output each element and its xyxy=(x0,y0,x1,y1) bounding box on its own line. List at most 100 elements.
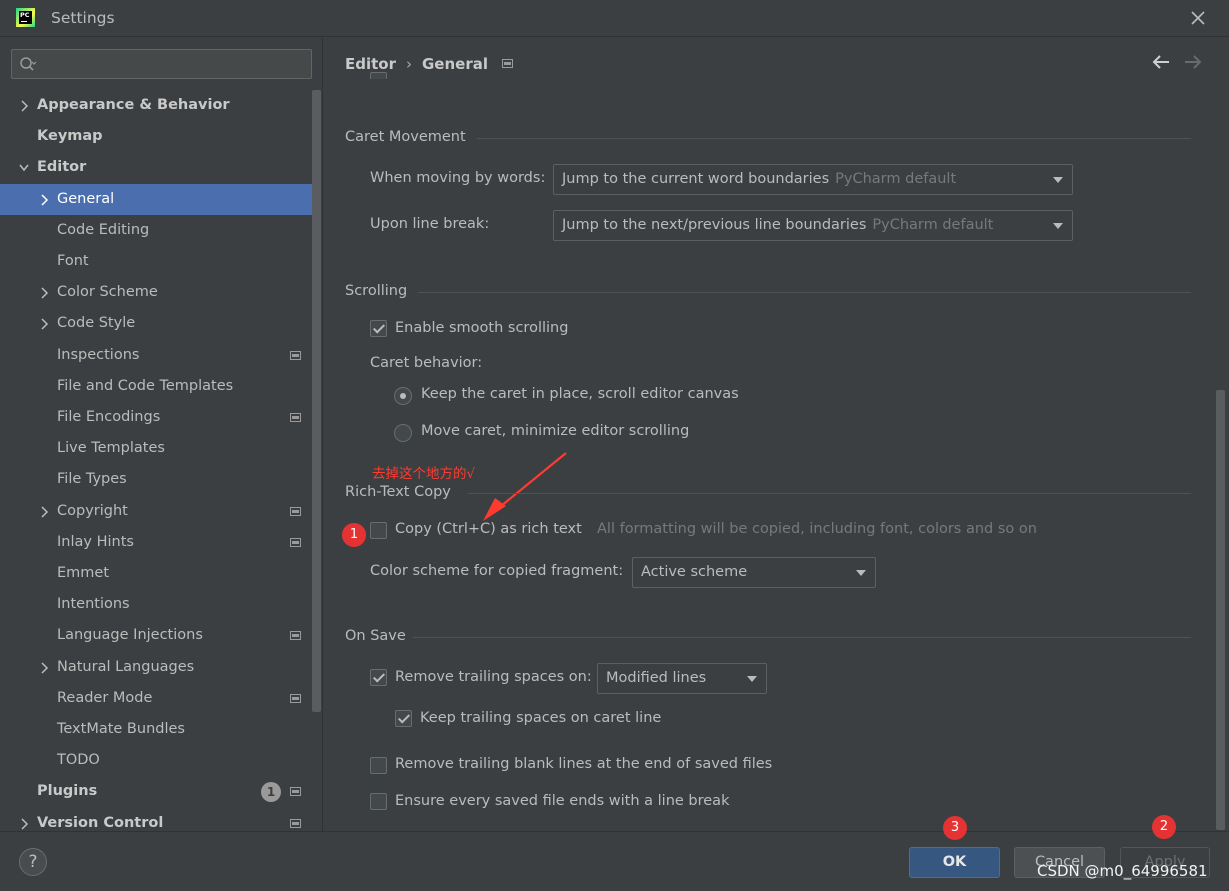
sidebar-item-code-style[interactable]: Code Style xyxy=(0,308,322,339)
project-scope-icon xyxy=(290,819,301,828)
remove-blank-lines-checkbox[interactable] xyxy=(370,757,387,774)
sidebar-item-label: TODO xyxy=(57,752,100,768)
sidebar-item-code-editing[interactable]: Code Editing xyxy=(0,215,322,246)
sidebar-item-label: Reader Mode xyxy=(57,690,153,706)
project-scope-icon xyxy=(290,538,301,547)
keep-caret-radio[interactable] xyxy=(394,387,412,405)
sidebar-item-label: Color Scheme xyxy=(57,284,158,300)
chevron-down-icon xyxy=(1053,223,1063,229)
sidebar-item-label: Live Templates xyxy=(57,440,165,456)
sidebar-item-intentions[interactable]: Intentions xyxy=(0,589,322,620)
sidebar-scrollbar[interactable] xyxy=(312,90,321,712)
breadcrumb-separator-icon: › xyxy=(406,55,412,73)
sidebar-item-file-encodings[interactable]: File Encodings xyxy=(0,402,322,433)
scrolling-title: Scrolling xyxy=(345,283,408,299)
sidebar-item-label: Editor xyxy=(37,159,87,175)
forward-arrow-icon[interactable] xyxy=(1184,54,1202,70)
ensure-line-break-checkbox[interactable] xyxy=(370,793,387,810)
sidebar-item-language-injections[interactable]: Language Injections xyxy=(0,620,322,651)
sidebar-item-copyright[interactable]: Copyright xyxy=(0,496,322,527)
sidebar-item-keymap[interactable]: Keymap xyxy=(0,121,322,152)
keep-caret-label: Keep the caret in place, scroll editor c… xyxy=(421,386,739,402)
color-scheme-value: Active scheme xyxy=(641,564,748,580)
sidebar-item-todo[interactable]: TODO xyxy=(0,745,322,776)
main-scrollbar[interactable] xyxy=(1216,390,1225,830)
project-scope-icon xyxy=(290,351,301,360)
sidebar-item-natural-languages[interactable]: Natural Languages xyxy=(0,652,322,683)
scroll-clip xyxy=(345,79,1215,95)
section-divider xyxy=(477,138,1191,139)
chevron-right-icon[interactable] xyxy=(39,318,49,330)
project-scope-icon xyxy=(290,507,301,516)
sidebar-item-version-control[interactable]: Version Control xyxy=(0,808,322,831)
step-marker-1: 1 xyxy=(342,523,366,547)
smooth-scrolling-checkbox[interactable] xyxy=(370,320,387,337)
sidebar-item-label: Code Editing xyxy=(57,222,150,238)
help-icon[interactable]: ? xyxy=(19,848,47,876)
chevron-right-icon[interactable] xyxy=(39,287,49,299)
sidebar-item-label: TextMate Bundles xyxy=(57,721,185,737)
color-scheme-label: Color scheme for copied fragment: xyxy=(370,563,624,579)
sidebar-item-label: Code Style xyxy=(57,315,136,331)
sidebar-item-label: File Encodings xyxy=(57,409,161,425)
back-arrow-icon[interactable] xyxy=(1152,54,1170,70)
caret-movement-title: Caret Movement xyxy=(345,129,466,145)
sidebar-item-reader-mode[interactable]: Reader Mode xyxy=(0,683,322,714)
project-scope-icon xyxy=(290,413,301,422)
project-scope-icon xyxy=(290,694,301,703)
sidebar-item-label: Intentions xyxy=(57,596,130,612)
project-scope-icon xyxy=(290,631,301,640)
search-input[interactable] xyxy=(46,54,306,74)
move-caret-radio[interactable] xyxy=(394,424,412,442)
sidebar-item-color-scheme[interactable]: Color Scheme xyxy=(0,277,322,308)
sidebar-item-font[interactable]: Font xyxy=(0,246,322,277)
sidebar-item-label: Keymap xyxy=(37,128,103,144)
line-break-value: Jump to the next/previous line boundarie… xyxy=(562,217,867,233)
line-break-select[interactable]: Jump to the next/previous line boundarie… xyxy=(553,210,1073,241)
sidebar-item-editor[interactable]: Editor xyxy=(0,152,322,183)
sidebar-item-general[interactable]: General xyxy=(0,184,321,215)
ensure-line-break-label: Ensure every saved file ends with a line… xyxy=(395,793,730,809)
line-break-label: Upon line break: xyxy=(370,216,490,232)
sidebar-item-label: Emmet xyxy=(57,565,110,581)
sidebar-item-file-types[interactable]: File Types xyxy=(0,464,322,495)
sidebar-item-plugins[interactable]: Plugins 1 xyxy=(0,776,322,807)
color-scheme-select[interactable]: Active scheme xyxy=(632,557,876,588)
annotation-arrow-icon xyxy=(483,452,567,521)
sidebar-item-inlay-hints[interactable]: Inlay Hints xyxy=(0,527,322,558)
sidebar-item-label: Inspections xyxy=(57,347,140,363)
close-icon[interactable] xyxy=(1188,8,1208,28)
chevron-right-icon[interactable] xyxy=(39,662,49,674)
sidebar-item-appearance-behavior[interactable]: Appearance & Behavior xyxy=(0,90,322,121)
project-scope-icon xyxy=(502,59,513,68)
rich-text-hint: All formatting will be copied, including… xyxy=(597,521,1037,537)
sidebar-item-textmate-bundles[interactable]: TextMate Bundles xyxy=(0,714,322,745)
sidebar-item-label: File Types xyxy=(57,471,127,487)
remove-trailing-select[interactable]: Modified lines xyxy=(597,663,767,694)
sidebar-item-label: Language Injections xyxy=(57,627,203,643)
chevron-right-icon[interactable] xyxy=(19,818,29,830)
sidebar-item-label: Appearance & Behavior xyxy=(37,97,230,113)
sidebar-item-inspections[interactable]: Inspections xyxy=(0,340,322,371)
window-title: Settings xyxy=(51,9,115,27)
chevron-down-icon[interactable] xyxy=(19,162,29,174)
sidebar-item-file-and-code-templates[interactable]: File and Code Templates xyxy=(0,371,322,402)
ok-button[interactable]: OK xyxy=(909,847,1000,878)
keep-trailing-checkbox[interactable] xyxy=(395,710,412,727)
search-field[interactable] xyxy=(11,49,312,79)
remove-trailing-value: Modified lines xyxy=(606,670,707,686)
sidebar-item-emmet[interactable]: Emmet xyxy=(0,558,322,589)
move-caret-label: Move caret, minimize editor scrolling xyxy=(421,423,690,439)
chevron-right-icon[interactable] xyxy=(39,506,49,518)
sidebar-item-label: Version Control xyxy=(37,815,164,831)
moving-by-words-select[interactable]: Jump to the current word boundaries PyCha… xyxy=(553,164,1073,195)
chevron-right-icon[interactable] xyxy=(19,100,29,112)
remove-trailing-checkbox[interactable] xyxy=(370,669,387,686)
chevron-right-icon[interactable] xyxy=(39,194,49,206)
sidebar-item-live-templates[interactable]: Live Templates xyxy=(0,433,322,464)
breadcrumb-editor[interactable]: Editor xyxy=(345,55,396,73)
chevron-down-icon xyxy=(1053,177,1063,183)
sidebar-item-label: Plugins xyxy=(37,783,98,799)
rich-text-checkbox[interactable] xyxy=(370,522,387,539)
step-marker-2: 2 xyxy=(1152,815,1176,839)
